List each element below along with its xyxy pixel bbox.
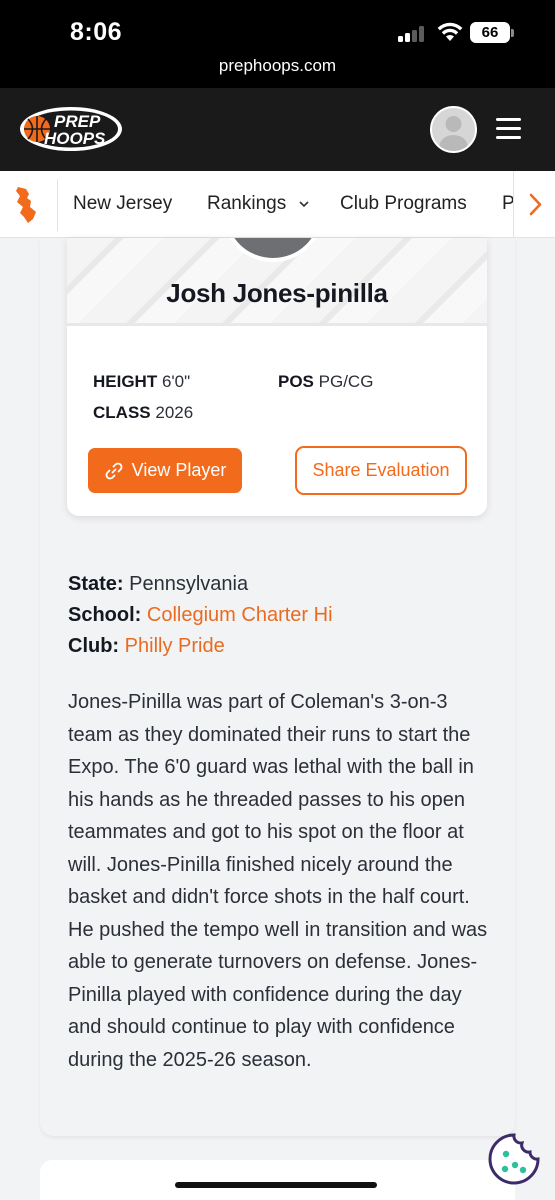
battery-icon: 66: [470, 22, 510, 43]
nav-item-rankings-label: Rankings: [207, 193, 287, 214]
svg-text:HOOPS: HOOPS: [44, 129, 106, 148]
cellular-signal-icon: [398, 26, 430, 42]
status-time: 8:06: [70, 18, 123, 46]
nav-item-club-programs[interactable]: Club Programs: [340, 193, 467, 215]
player-card-header: Josh Jones-pinilla: [67, 238, 487, 326]
home-indicator[interactable]: [175, 1182, 377, 1188]
user-avatar[interactable]: [430, 106, 477, 153]
height-stat: HEIGHT 6'0": [93, 372, 190, 392]
battery-tip: [511, 29, 514, 37]
player-photo: [223, 238, 323, 262]
cookie-settings-icon[interactable]: [487, 1132, 541, 1186]
class-value: 2026: [155, 403, 194, 422]
height-label: HEIGHT: [93, 372, 158, 391]
next-card: [40, 1160, 515, 1200]
school-label: School:: [68, 604, 142, 626]
class-stat: CLASS 2026: [93, 403, 193, 423]
nav-item-rankings[interactable]: Rankings: [207, 193, 310, 215]
chevron-down-icon: [298, 201, 309, 208]
state-row: State: Pennsylvania: [68, 573, 248, 596]
state-label: State:: [68, 573, 124, 595]
wifi-icon: [437, 22, 463, 41]
evaluation-text: Jones-Pinilla was part of Coleman's 3-on…: [68, 691, 488, 1071]
position-stat: POS PG/CG: [278, 372, 373, 392]
state-value: Pennsylvania: [129, 573, 249, 595]
school-row: School: Collegium Charter Hi: [68, 604, 333, 627]
status-bar: 8:06 66 prephoops.com: [0, 0, 555, 88]
height-value: 6'0": [161, 372, 191, 391]
view-player-button[interactable]: View Player: [88, 448, 242, 493]
nav-item-new-jersey[interactable]: New Jersey: [73, 193, 172, 215]
club-link[interactable]: Philly Pride: [125, 635, 225, 657]
prephoops-logo[interactable]: PREP HOOPS: [19, 106, 123, 152]
new-jersey-state-icon[interactable]: [12, 185, 44, 225]
pos-label: POS: [278, 372, 314, 391]
site-header: PREP HOOPS: [0, 88, 555, 171]
club-row: Club: Philly Pride: [68, 635, 225, 658]
nav-scroll-right-button[interactable]: [513, 171, 555, 237]
browser-url[interactable]: prephoops.com: [0, 56, 555, 76]
link-icon: [105, 462, 123, 479]
club-label: Club:: [68, 635, 120, 657]
school-link[interactable]: Collegium Charter Hi: [147, 604, 333, 626]
nav-bar: New Jersey Rankings Club Programs P: [0, 171, 555, 238]
hamburger-menu-icon[interactable]: [496, 118, 521, 140]
view-player-label: View Player: [131, 460, 227, 480]
pos-value: PG/CG: [318, 372, 374, 391]
chevron-right-icon: [529, 193, 542, 216]
share-evaluation-button[interactable]: Share Evaluation: [295, 446, 467, 495]
class-label: CLASS: [93, 403, 151, 422]
player-name: Josh Jones-pinilla: [166, 278, 388, 308]
player-card: Josh Jones-pinilla HEIGHT 6'0" POS PG/CG…: [67, 238, 487, 516]
